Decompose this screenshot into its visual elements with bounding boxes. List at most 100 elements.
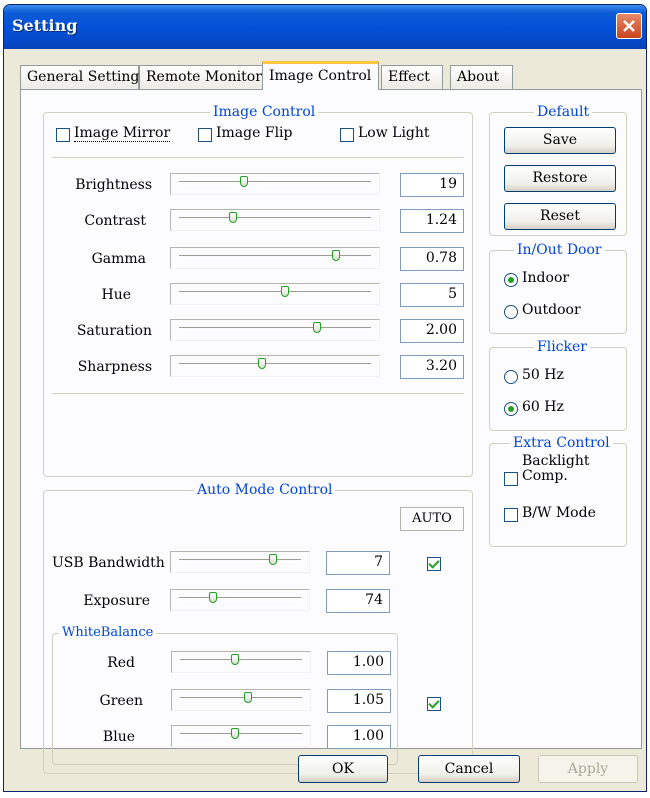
brightness-value[interactable]: 19: [400, 173, 464, 197]
title-bar[interactable]: Setting: [4, 5, 646, 49]
dialog-client: General Setting Remote Monitor Image Con…: [8, 49, 642, 787]
brightness-slider[interactable]: [170, 173, 380, 195]
flicker-group: Flicker 50 Hz 60 Hz: [489, 339, 627, 431]
window-title: Setting: [12, 16, 78, 35]
low-light-label[interactable]: Low Light: [358, 125, 430, 141]
save-button[interactable]: Save: [504, 127, 616, 154]
60hz-label[interactable]: 60 Hz: [522, 399, 564, 415]
slider-thumb[interactable]: [230, 728, 239, 739]
hue-slider[interactable]: [170, 283, 380, 305]
backlight-label-line1: Backlight: [522, 453, 590, 469]
image-control-group: Image Control Image Mirror Image Flip Lo…: [43, 104, 473, 477]
tab-label: General Setting: [27, 69, 140, 85]
usb-bandwidth-auto-checkbox[interactable]: [427, 557, 441, 571]
50hz-label[interactable]: 50 Hz: [522, 367, 564, 383]
saturation-slider[interactable]: [170, 319, 380, 341]
slider-thumb[interactable]: [257, 358, 266, 369]
group-title: Extra Control: [510, 435, 613, 451]
usb-bandwidth-label: USB Bandwidth: [52, 555, 165, 571]
auto-mode-control-group: Auto Mode Control AUTO USB Bandwidth 7 E…: [43, 482, 473, 774]
ok-button[interactable]: OK: [298, 755, 388, 783]
green-label: Green: [99, 693, 143, 709]
slider-thumb[interactable]: [280, 286, 289, 297]
close-button[interactable]: [616, 13, 642, 39]
slider-thumb[interactable]: [209, 592, 218, 603]
blue-label: Blue: [102, 729, 135, 745]
exposure-value[interactable]: 74: [326, 589, 390, 613]
sharpness-label: Sharpness: [77, 359, 152, 375]
60hz-radio[interactable]: [504, 402, 518, 416]
saturation-value[interactable]: 2.00: [400, 319, 464, 343]
indoor-label[interactable]: Indoor: [522, 270, 569, 286]
tab-image-control[interactable]: Image Control: [262, 61, 379, 90]
apply-button[interactable]: Apply: [538, 755, 638, 783]
tab-effect[interactable]: Effect: [381, 65, 443, 89]
close-icon: [623, 20, 635, 32]
exposure-slider[interactable]: [170, 589, 310, 611]
slider-thumb[interactable]: [228, 212, 237, 223]
red-value[interactable]: 1.00: [327, 651, 391, 675]
tab-remote-monitor[interactable]: Remote Monitor: [139, 65, 263, 89]
contrast-slider[interactable]: [170, 209, 380, 231]
group-title: Flicker: [534, 339, 590, 355]
image-control-panel: Image Control Image Mirror Image Flip Lo…: [20, 89, 642, 774]
green-value[interactable]: 1.05: [327, 689, 391, 713]
low-light-checkbox[interactable]: [340, 128, 354, 142]
white-balance-auto-checkbox[interactable]: [427, 697, 441, 711]
image-flip-checkbox[interactable]: [198, 128, 212, 142]
slider-thumb[interactable]: [240, 176, 249, 187]
usb-bandwidth-slider[interactable]: [170, 551, 310, 573]
sharpness-slider[interactable]: [170, 355, 380, 377]
backlight-label-line2: Comp.: [522, 468, 568, 484]
contrast-value[interactable]: 1.24: [400, 209, 464, 233]
contrast-label: Contrast: [84, 213, 146, 229]
auto-column-header: AUTO: [400, 507, 464, 531]
sharpness-value[interactable]: 3.20: [400, 355, 464, 379]
hue-label: Hue: [101, 287, 131, 303]
50hz-radio[interactable]: [504, 370, 518, 384]
blue-value[interactable]: 1.00: [327, 725, 391, 749]
blue-slider[interactable]: [171, 725, 311, 747]
image-flip-label[interactable]: Image Flip: [216, 125, 292, 141]
exposure-label: Exposure: [83, 593, 150, 609]
brightness-label: Brightness: [75, 177, 152, 193]
hue-value[interactable]: 5: [400, 283, 464, 307]
green-slider[interactable]: [171, 689, 311, 711]
red-slider[interactable]: [171, 651, 311, 673]
tab-about[interactable]: About: [450, 65, 513, 89]
tab-label: Effect: [388, 69, 430, 85]
tab-label: Image Control: [269, 68, 372, 84]
extra-control-group: Extra Control Backlight Comp. B/W Mode: [489, 435, 627, 547]
outdoor-label[interactable]: Outdoor: [522, 302, 581, 318]
gamma-value[interactable]: 0.78: [400, 247, 464, 271]
bw-mode-label[interactable]: B/W Mode: [522, 505, 596, 521]
cancel-button[interactable]: Cancel: [418, 755, 520, 783]
slider-thumb[interactable]: [244, 692, 253, 703]
slider-thumb[interactable]: [230, 654, 239, 665]
image-mirror-checkbox[interactable]: [56, 128, 70, 142]
outdoor-radio[interactable]: [504, 305, 518, 319]
backlight-comp-checkbox[interactable]: [504, 472, 518, 486]
usb-bandwidth-value[interactable]: 7: [326, 551, 390, 575]
gamma-slider[interactable]: [170, 247, 380, 269]
group-title: Image Control: [210, 104, 319, 120]
tab-general-setting[interactable]: General Setting: [20, 65, 139, 89]
default-group: Default Save Restore Reset: [489, 104, 627, 236]
image-mirror-label[interactable]: Image Mirror: [74, 125, 171, 142]
reset-button[interactable]: Reset: [504, 203, 616, 230]
backlight-comp-label[interactable]: Backlight Comp.: [522, 454, 590, 484]
tab-label: Remote Monitor: [146, 69, 262, 85]
setting-window: Setting General Setting Remote Monitor I…: [3, 4, 647, 792]
tab-label: About: [457, 69, 500, 85]
bw-mode-checkbox[interactable]: [504, 508, 518, 522]
divider: [52, 157, 464, 159]
group-title: Auto Mode Control: [194, 482, 336, 498]
slider-thumb[interactable]: [332, 250, 341, 261]
slider-thumb[interactable]: [268, 554, 277, 565]
gamma-label: Gamma: [91, 251, 146, 267]
restore-button[interactable]: Restore: [504, 165, 616, 192]
group-title: In/Out Door: [514, 242, 605, 258]
slider-thumb[interactable]: [313, 322, 322, 333]
divider: [52, 393, 464, 395]
indoor-radio[interactable]: [504, 273, 518, 287]
